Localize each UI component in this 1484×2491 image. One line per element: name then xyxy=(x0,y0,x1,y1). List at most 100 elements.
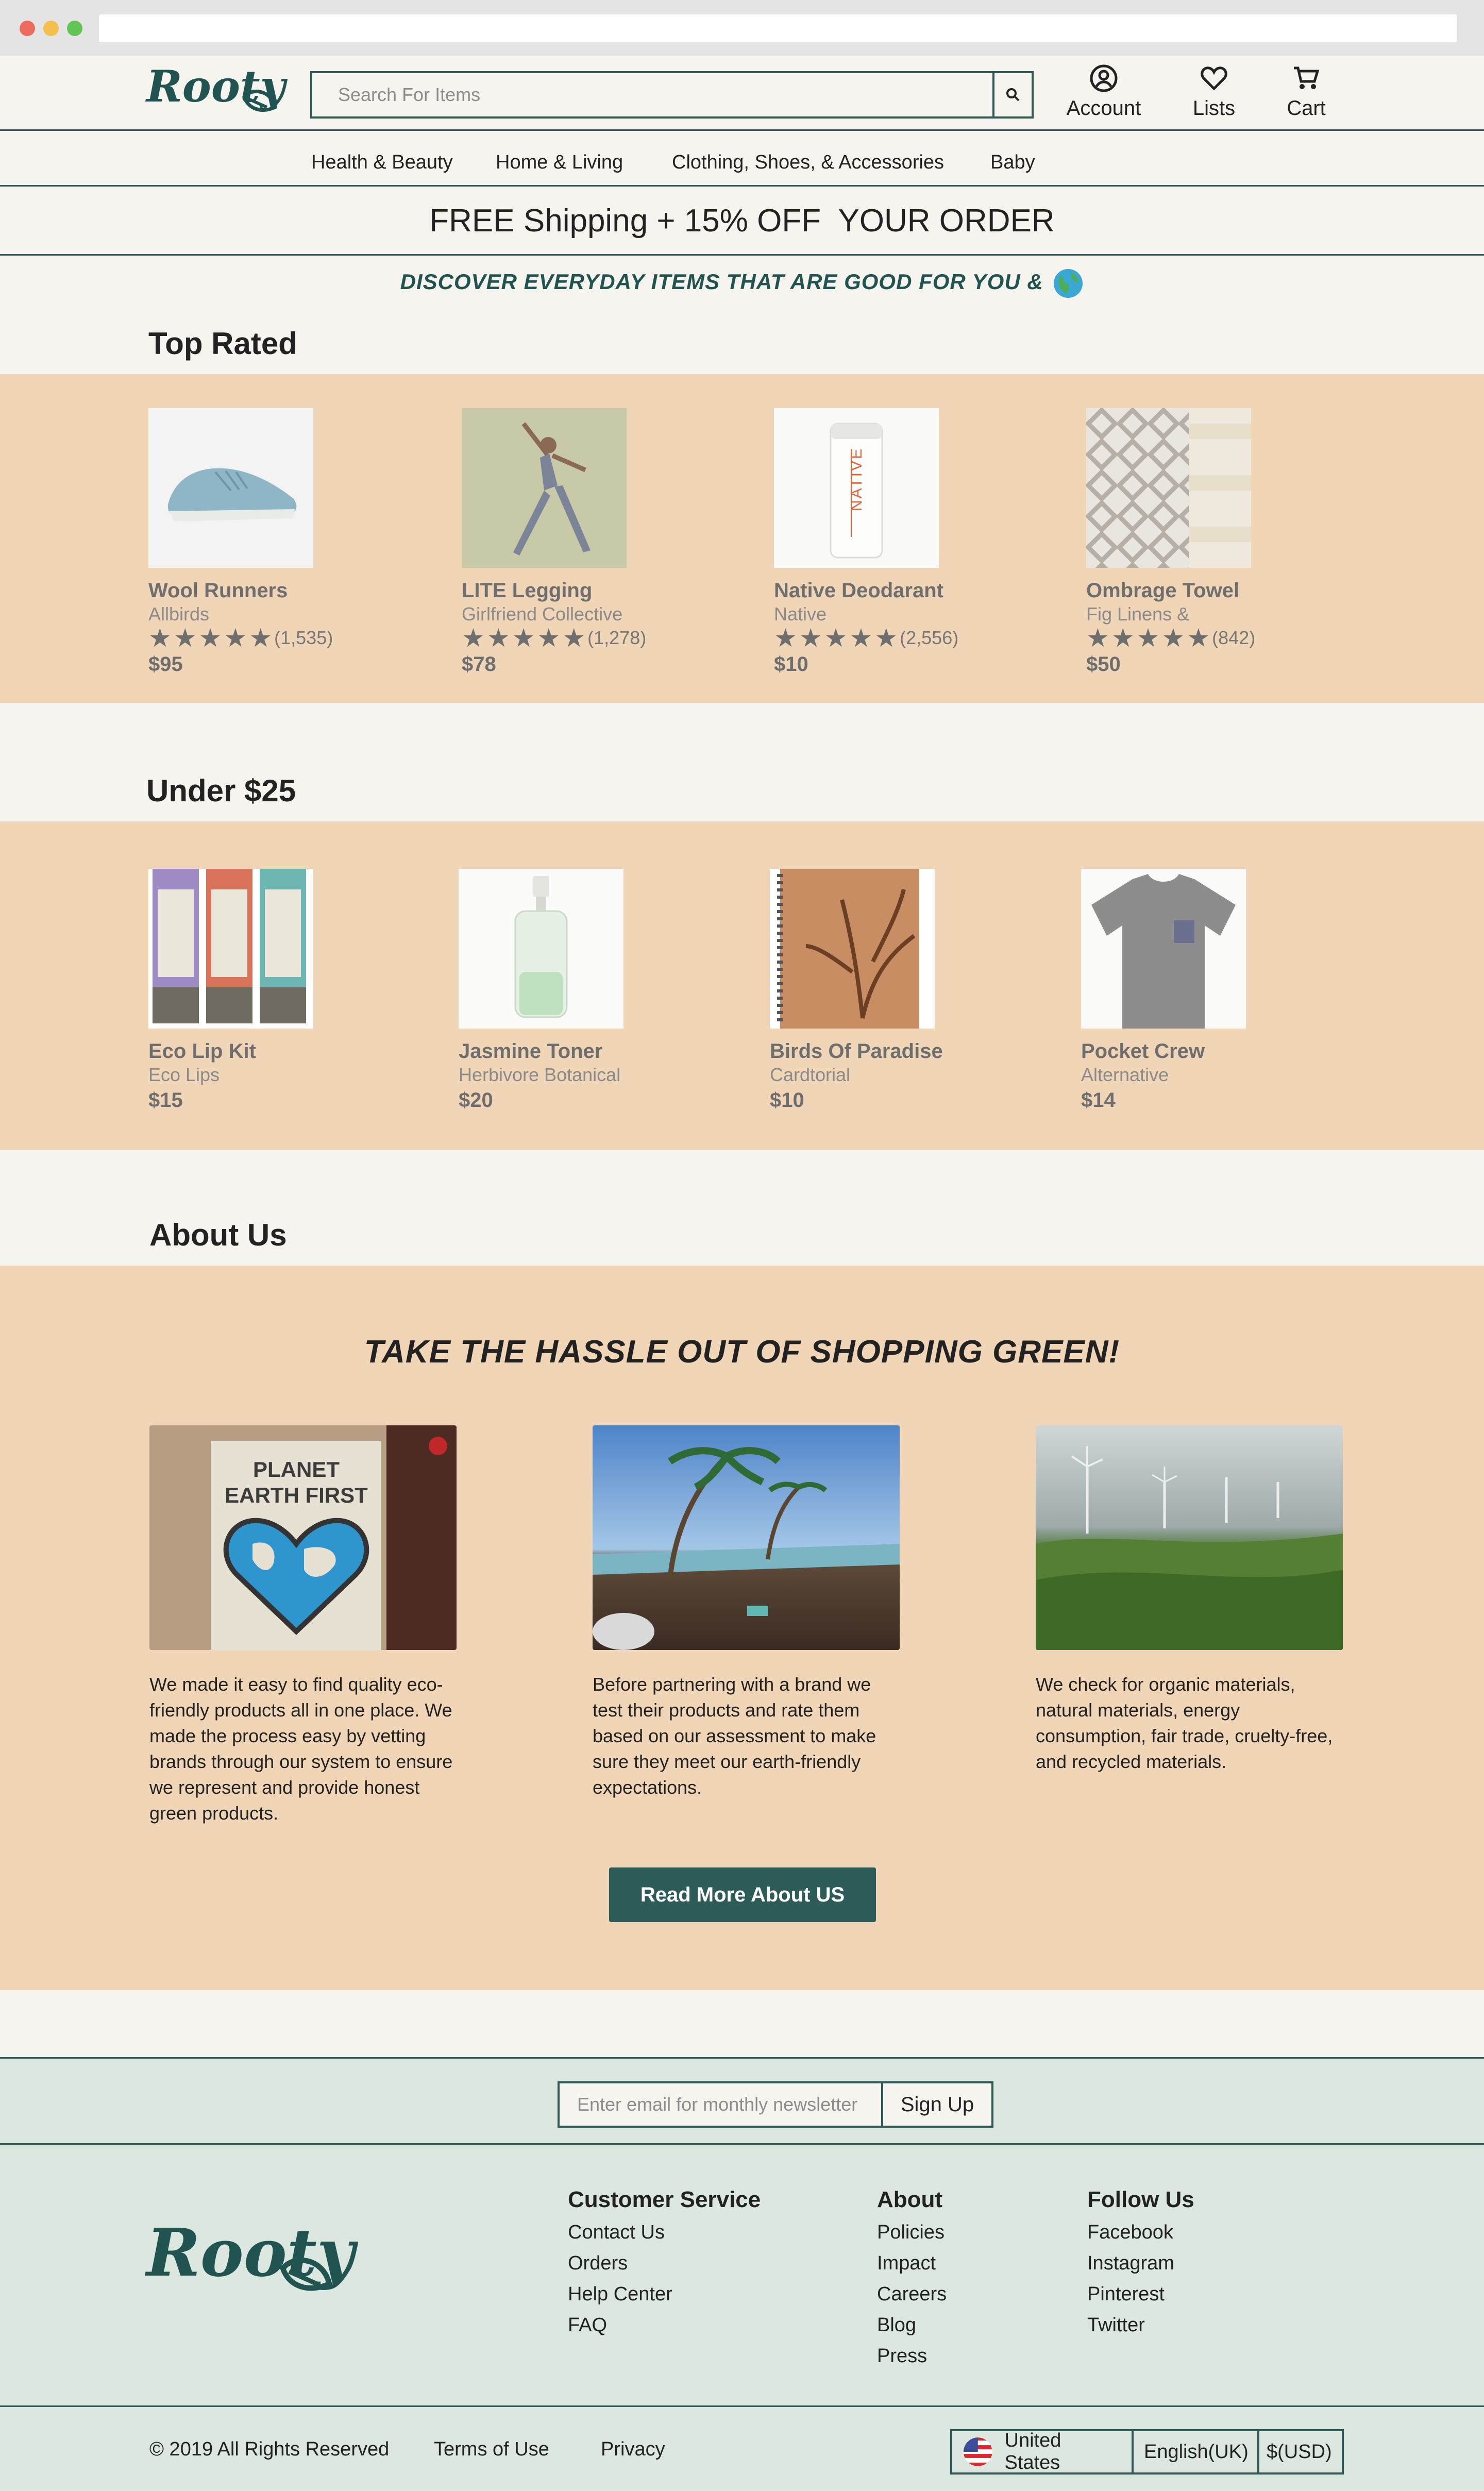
footer-link-policies[interactable]: Policies xyxy=(877,2217,947,2248)
currency-selector[interactable]: $(USD) xyxy=(1257,2429,1344,2475)
footer-link-pinterest[interactable]: Pinterest xyxy=(1087,2279,1194,2310)
product-card[interactable]: Birds Of Paradise Cardtorial $10 xyxy=(770,869,1038,1112)
product-brand: Herbivore Botanical xyxy=(459,1064,621,1085)
promo-banner[interactable]: FREE Shipping + 15% OFF YOUR ORDER xyxy=(0,187,1484,256)
product-name[interactable]: Pocket Crew xyxy=(1081,1040,1349,1063)
footer-link-blog[interactable]: Blog xyxy=(877,2310,947,2341)
read-more-button[interactable]: Read More About US xyxy=(609,1867,876,1922)
footer-link-faq[interactable]: FAQ xyxy=(568,2310,761,2341)
product-rating: ★ ★ ★ ★ ★ (2,556) xyxy=(774,624,1042,652)
account-button[interactable]: Account xyxy=(1064,64,1144,120)
product-price: $10 xyxy=(770,1089,804,1112)
lists-label: Lists xyxy=(1192,97,1236,120)
leaf-icon xyxy=(242,89,278,112)
product-card[interactable]: Ombrage Towel Fig Linens & ★ ★ ★ ★ ★ (842) $… xyxy=(1086,408,1354,676)
about-headline: TAKE THE HASSLE OUT OF SHOPPING GREEN! xyxy=(364,1334,1120,1370)
product-name[interactable]: Birds Of Paradise xyxy=(770,1040,1038,1063)
footer-link-impact[interactable]: Impact xyxy=(877,2248,947,2279)
footer-link-careers[interactable]: Careers xyxy=(877,2279,947,2310)
language-selector[interactable]: English(UK) xyxy=(1132,2429,1259,2475)
terms-link[interactable]: Terms of Use xyxy=(434,2438,549,2461)
deodorant-image[interactable]: NATIVE xyxy=(774,408,939,568)
nav-item-home-living[interactable]: Home & Living xyxy=(496,152,623,174)
search-icon xyxy=(1006,88,1020,102)
heart-icon xyxy=(1201,66,1227,91)
sign-up-button[interactable]: Sign Up xyxy=(881,2081,993,2128)
star-icon: ★ xyxy=(1086,624,1109,652)
privacy-link[interactable]: Privacy xyxy=(601,2438,665,2461)
star-icon: ★ xyxy=(1111,624,1135,652)
footer-link-press[interactable]: Press xyxy=(877,2341,947,2371)
product-name[interactable]: Eco Lip Kit xyxy=(148,1040,416,1063)
search-input[interactable] xyxy=(312,73,993,116)
star-icon: ★ xyxy=(799,624,822,652)
product-rating: ★ ★ ★ ★ ★ (1,278) xyxy=(462,624,730,652)
nav-item-health-beauty[interactable]: Health & Beauty xyxy=(311,152,453,174)
product-price: $10 xyxy=(774,653,808,676)
toner-image[interactable] xyxy=(459,869,623,1029)
product-name[interactable]: Native Deodarant xyxy=(774,579,1042,602)
product-price: $20 xyxy=(459,1089,493,1112)
product-name[interactable]: Jasmine Toner xyxy=(459,1040,727,1063)
shoe-image[interactable] xyxy=(148,408,313,568)
account-label: Account xyxy=(1066,97,1141,120)
review-count: (842) xyxy=(1212,627,1256,648)
about-heading: About Us xyxy=(149,1218,287,1252)
close-window-dot[interactable] xyxy=(20,21,35,36)
star-icon: ★ xyxy=(1136,624,1160,652)
product-card[interactable]: LITE Legging Girlfriend Collective ★ ★ ★ ★ ★… xyxy=(462,408,730,676)
product-card[interactable]: Jasmine Toner Herbivore Botanical $20 xyxy=(459,869,727,1112)
star-icon: ★ xyxy=(249,624,273,652)
footer-heading: Follow Us xyxy=(1087,2187,1194,2212)
product-card[interactable]: Pocket Crew Alternative $14 xyxy=(1081,869,1349,1112)
polluted-beach-image xyxy=(593,1425,900,1650)
country-selector[interactable]: United States xyxy=(950,2429,1134,2475)
towel-image[interactable] xyxy=(1086,408,1251,568)
footer-link-instagram[interactable]: Instagram xyxy=(1087,2248,1194,2279)
product-card[interactable]: NATIVE Native Deodarant Native ★ ★ ★ ★ ★ (2,… xyxy=(774,408,1042,676)
user-circle-icon xyxy=(1090,64,1118,92)
site-footer: Rooty Customer Service Contact Us Orders… xyxy=(0,2145,1484,2491)
review-count: (1,535) xyxy=(274,627,333,648)
tshirt-image[interactable] xyxy=(1081,869,1246,1029)
cart-button[interactable]: Cart xyxy=(1278,64,1335,120)
footer-link-contact-us[interactable]: Contact Us xyxy=(568,2217,761,2248)
product-price: $50 xyxy=(1086,653,1121,676)
search-button[interactable] xyxy=(992,73,1032,116)
product-brand: Allbirds xyxy=(148,603,210,625)
nav-item-clothing[interactable]: Clothing, Shoes, & Accessories xyxy=(672,152,944,174)
footer-link-twitter[interactable]: Twitter xyxy=(1087,2310,1194,2341)
footer-link-orders[interactable]: Orders xyxy=(568,2248,761,2279)
star-icon: ★ xyxy=(486,624,510,652)
product-brand: Fig Linens & xyxy=(1086,603,1190,625)
nav-item-baby[interactable]: Baby xyxy=(990,152,1035,174)
product-rating: ★ ★ ★ ★ ★ (1,535) xyxy=(148,624,416,652)
minimize-window-dot[interactable] xyxy=(43,21,59,36)
legging-image[interactable] xyxy=(462,408,627,568)
promo-text: FREE Shipping + 15% OFF YOUR ORDER xyxy=(429,203,1055,239)
product-card[interactable]: Eco Lip Kit Eco Lips $15 xyxy=(148,869,416,1112)
star-icon: ★ xyxy=(462,624,485,652)
zoom-window-dot[interactable] xyxy=(67,21,82,36)
browser-chrome xyxy=(0,0,1484,56)
newsletter-email-input[interactable] xyxy=(558,2081,883,2128)
footer-link-help-center[interactable]: Help Center xyxy=(568,2279,761,2310)
product-rating: ★ ★ ★ ★ ★ (842) xyxy=(1086,624,1354,652)
about-card: Before partnering with a brand we test t… xyxy=(593,1425,900,1800)
star-icon: ★ xyxy=(562,624,586,652)
poster-text-1: PLANET xyxy=(253,1457,340,1482)
footer-link-facebook[interactable]: Facebook xyxy=(1087,2217,1194,2248)
footer-heading: Customer Service xyxy=(568,2187,761,2212)
product-name[interactable]: Wool Runners xyxy=(148,579,416,602)
product-card[interactable]: Wool Runners Allbirds ★ ★ ★ ★ ★ (1,535) $95 xyxy=(148,408,416,676)
about-card-text: We check for organic materials, natural … xyxy=(1036,1674,1333,1772)
product-name[interactable]: Ombrage Towel xyxy=(1086,579,1354,602)
notebook-image[interactable] xyxy=(770,869,935,1029)
lists-button[interactable]: Lists xyxy=(1183,64,1245,120)
product-name[interactable]: LITE Legging xyxy=(462,579,730,602)
star-icon: ★ xyxy=(1161,624,1185,652)
star-icon: ★ xyxy=(512,624,535,652)
lip-kit-image[interactable] xyxy=(148,869,313,1029)
cart-icon xyxy=(1294,66,1320,89)
address-bar[interactable] xyxy=(99,14,1457,42)
